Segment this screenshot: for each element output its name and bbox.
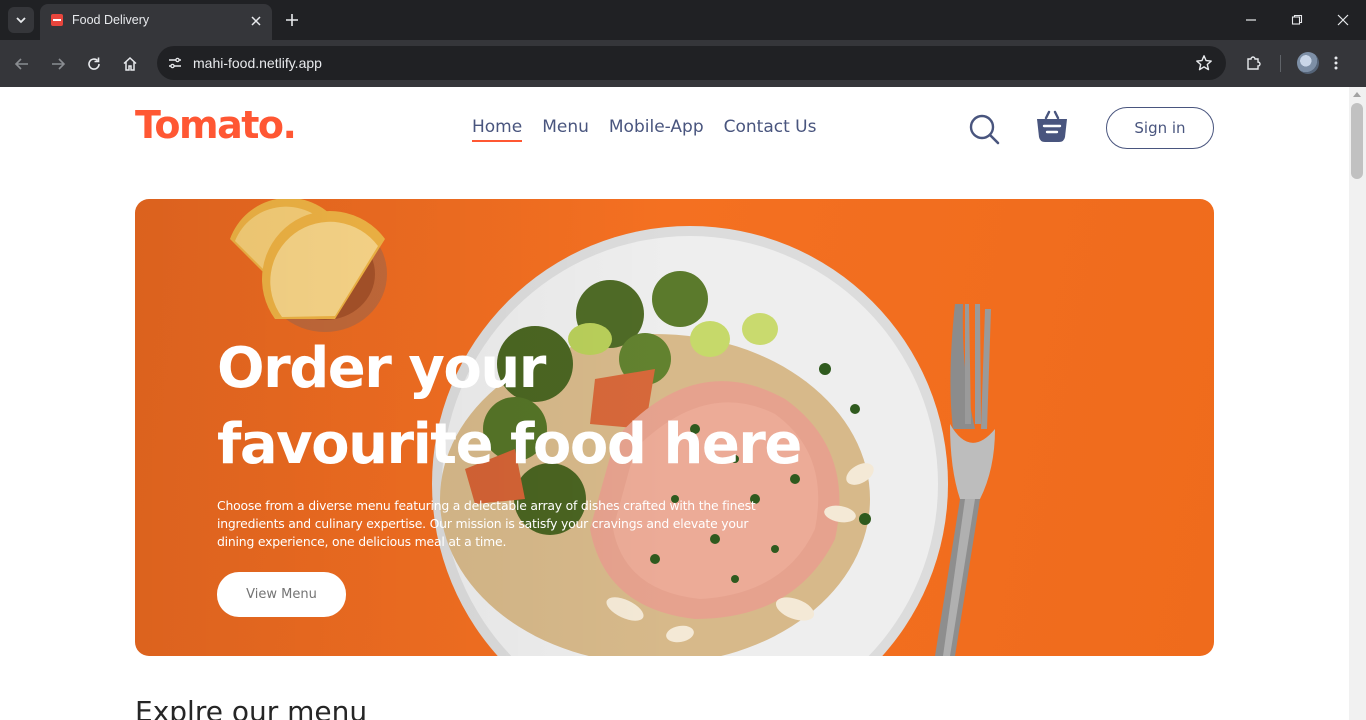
toolbar-divider — [1280, 55, 1281, 72]
restore-icon — [1291, 14, 1303, 25]
nav-home[interactable]: Home — [472, 117, 523, 142]
scroll-up-arrow-icon[interactable] — [1353, 92, 1361, 97]
restore-button[interactable] — [1287, 10, 1307, 30]
view-menu-button[interactable]: View Menu — [217, 572, 346, 617]
nav-mobile-app[interactable]: Mobile-App — [609, 117, 704, 142]
profile-avatar[interactable] — [1297, 52, 1319, 74]
minimize-icon — [1246, 19, 1256, 21]
site-info-button[interactable] — [163, 51, 187, 75]
forward-arrow-icon — [52, 58, 66, 70]
tab-search-button[interactable] — [8, 7, 34, 33]
tune-icon — [169, 57, 181, 69]
basket-icon[interactable] — [1034, 109, 1070, 145]
star-icon — [1196, 55, 1212, 71]
browser-tab-bar: Food Delivery — [0, 0, 1366, 40]
home-button[interactable] — [118, 52, 142, 76]
puzzle-icon — [1247, 56, 1261, 70]
browser-tab[interactable]: Food Delivery — [40, 4, 272, 40]
explore-menu-title: Explre our menu — [135, 695, 368, 720]
minimize-button[interactable] — [1241, 10, 1261, 30]
page-viewport: Tomato. Home Menu Mobile-App Contact Us … — [0, 87, 1349, 720]
scroll-thumb[interactable] — [1351, 103, 1363, 179]
favicon-icon — [51, 14, 63, 26]
logo[interactable]: Tomato. — [135, 103, 297, 147]
search-icon[interactable] — [967, 112, 1001, 146]
address-bar[interactable]: mahi-food.netlify.app — [157, 46, 1226, 80]
back-arrow-icon — [14, 58, 28, 70]
close-window-button[interactable] — [1333, 10, 1353, 30]
nav-contact-us[interactable]: Contact Us — [724, 117, 817, 142]
main-nav: Home Menu Mobile-App Contact Us — [472, 117, 817, 142]
reload-button[interactable] — [82, 52, 106, 76]
vertical-scrollbar[interactable] — [1349, 87, 1366, 720]
hero-title: Order your favourite food here — [217, 331, 802, 483]
close-icon — [1337, 14, 1349, 26]
sign-in-button[interactable]: Sign in — [1106, 107, 1214, 149]
bookmark-button[interactable] — [1192, 51, 1216, 75]
new-tab-button[interactable] — [282, 10, 302, 30]
nav-menu[interactable]: Menu — [542, 117, 589, 142]
chevron-down-icon — [16, 17, 26, 24]
browser-menu-button[interactable] — [1324, 51, 1348, 75]
hero-title-line-2: favourite food here — [217, 412, 802, 477]
plus-icon — [286, 14, 298, 26]
hero-banner: Order your favourite food here Choose fr… — [135, 199, 1214, 656]
reload-icon — [88, 57, 100, 70]
hero-title-line-1: Order your — [217, 336, 546, 401]
tab-title: Food Delivery — [72, 13, 150, 27]
hero-description: Choose from a diverse menu featuring a d… — [217, 498, 756, 549]
url-text[interactable]: mahi-food.netlify.app — [193, 55, 322, 71]
forward-button[interactable] — [46, 52, 70, 76]
extensions-button[interactable] — [1242, 51, 1266, 75]
home-icon — [123, 56, 137, 71]
more-vert-icon — [1334, 56, 1338, 70]
tab-close-button[interactable] — [248, 13, 264, 29]
close-icon — [251, 16, 261, 26]
back-button[interactable] — [10, 52, 34, 76]
